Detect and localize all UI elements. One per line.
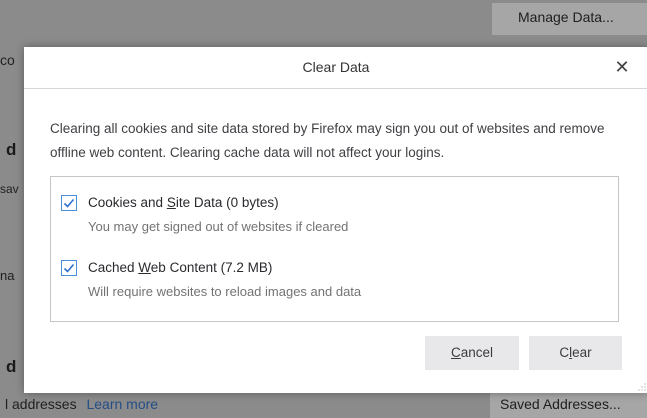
cache-label: Cached Web Content (7.2 MB) — [88, 260, 273, 275]
cache-description: Will require websites to reload images a… — [88, 284, 362, 299]
bg-partial-text: sav — [0, 182, 19, 196]
checkmark-icon — [63, 263, 75, 273]
saved-addresses-label: Saved Addresses... — [500, 396, 621, 412]
cookies-label: Cookies and Site Data (0 bytes) — [88, 195, 279, 210]
clear-button[interactable]: Clear — [529, 336, 622, 370]
close-icon: ✕ — [614, 57, 630, 77]
manage-data-label: Manage Data... — [518, 9, 614, 25]
options-box: Cookies and Site Data (0 bytes) You may … — [50, 176, 619, 322]
saved-addresses-button: Saved Addresses... — [490, 392, 647, 418]
manage-data-button: Manage Data... — [492, 3, 647, 35]
cookies-checkbox[interactable] — [61, 195, 77, 211]
checkmark-icon — [63, 198, 75, 208]
close-button[interactable]: ✕ — [610, 55, 634, 79]
bg-partial-heading: d — [6, 140, 17, 159]
clear-data-dialog: Clear Data ✕ Clearing all cookies and si… — [24, 47, 647, 393]
cache-checkbox[interactable] — [61, 260, 77, 276]
cancel-button[interactable]: Cancel — [425, 336, 519, 370]
bg-partial-text: co — [0, 52, 15, 68]
bg-partial-heading: d — [6, 357, 17, 376]
dialog-description: Clearing all cookies and site data store… — [50, 121, 605, 160]
bg-addresses-row: l addresses Learn more — [5, 396, 158, 412]
bg-partial-text: na — [0, 268, 15, 283]
resize-grip-icon[interactable] — [638, 383, 646, 391]
dialog-title: Clear Data — [302, 59, 370, 75]
dialog-header: Clear Data ✕ — [24, 47, 647, 89]
addresses-text: l addresses — [5, 396, 77, 412]
learn-more-link: Learn more — [86, 396, 159, 412]
cookies-description: You may get signed out of websites if cl… — [88, 219, 349, 234]
